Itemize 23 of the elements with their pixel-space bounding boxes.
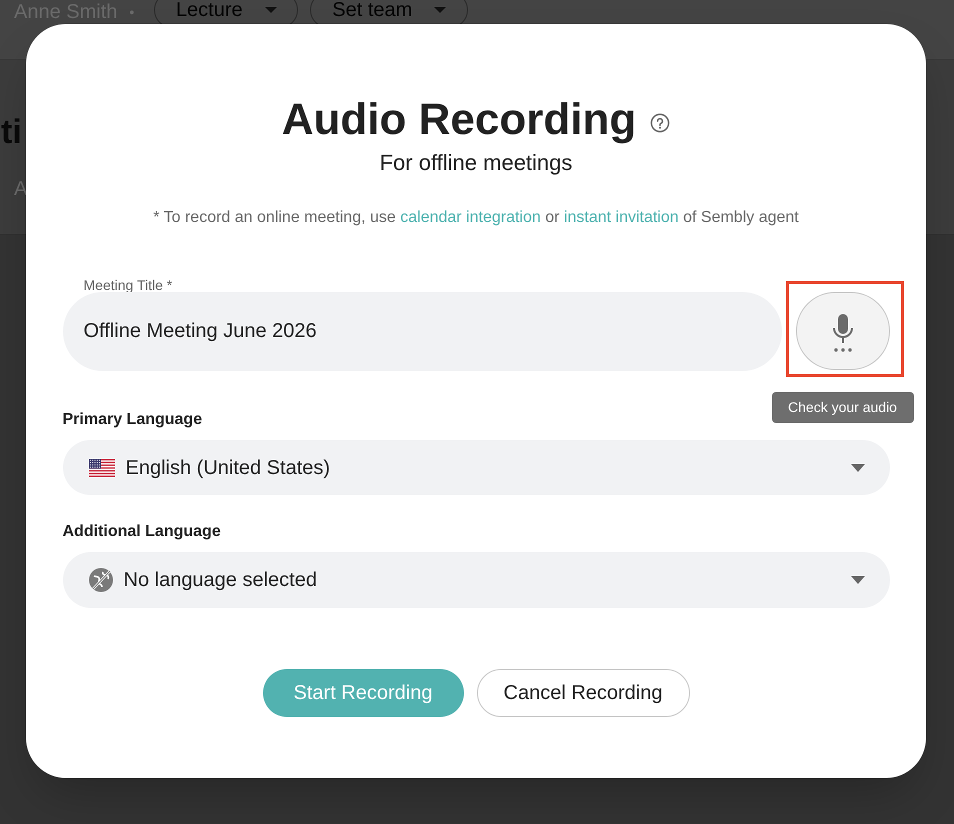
meeting-title-field[interactable]: Offline Meeting June 2026 — [62, 292, 782, 371]
note-text: * To record an online meeting, use calendar integration or instant invitation of Sembly agent — [153, 208, 799, 228]
tooltip: Check your audio — [772, 392, 914, 423]
caret-icon — [850, 576, 864, 584]
flag-icon — [88, 458, 114, 476]
inline-link[interactable]: calendar integration — [400, 209, 541, 226]
caret-icon — [264, 7, 277, 13]
caret-icon — [850, 464, 864, 472]
start-recording-button[interactable]: Start Recording — [262, 669, 464, 717]
separator-dot: • — [129, 2, 134, 22]
field-label: Primary Language — [62, 410, 202, 430]
language-select[interactable]: No language selected — [62, 552, 890, 608]
caret-icon — [434, 7, 446, 13]
help-icon — [650, 113, 670, 133]
no-language-icon — [88, 568, 112, 592]
dialog-title: Audio Recording — [282, 94, 636, 146]
field-label: Meeting Title * — [84, 278, 172, 292]
language-select[interactable]: English (United States) — [62, 440, 890, 495]
field-label: Additional Language — [62, 522, 221, 542]
cancel-recording-button[interactable]: Cancel Recording — [476, 669, 690, 717]
inline-link[interactable]: instant invitation — [564, 209, 679, 226]
microphone-icon — [832, 314, 854, 352]
dialog-subtitle: For offline meetings — [380, 149, 572, 177]
